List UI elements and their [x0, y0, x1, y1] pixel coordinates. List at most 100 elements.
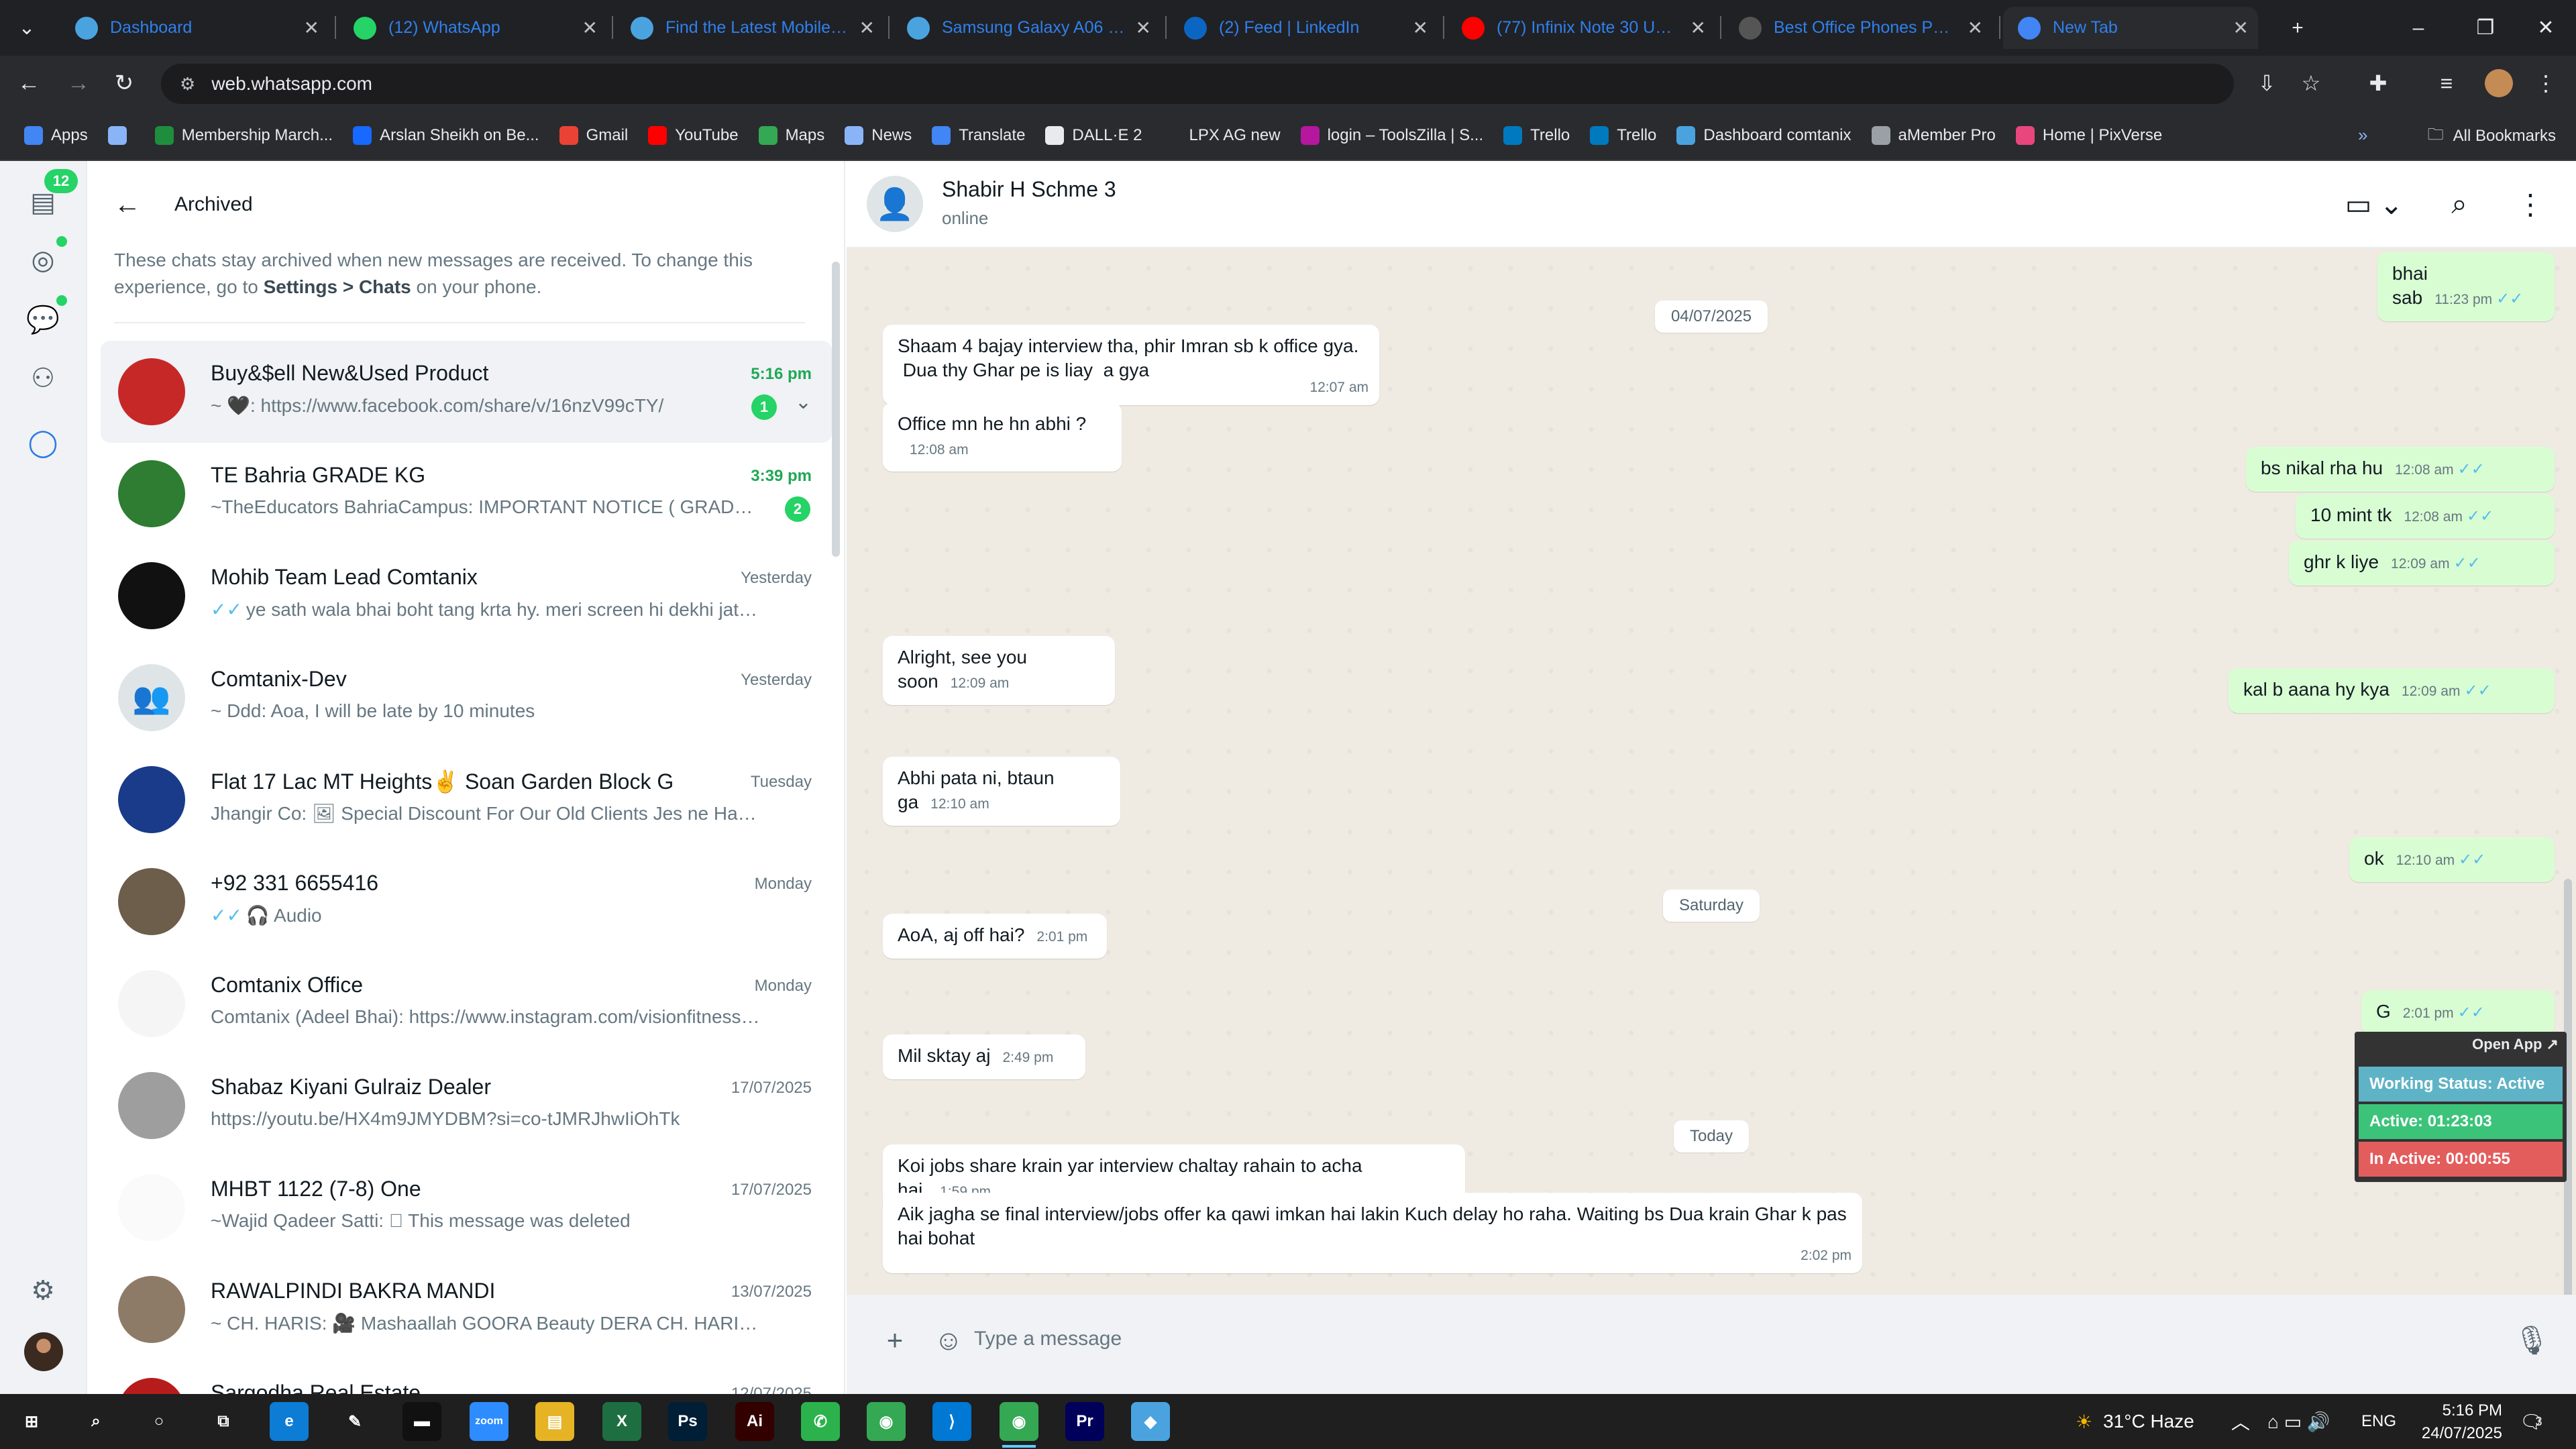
browser-menu-icon[interactable]: ⋮ — [2529, 66, 2563, 100]
taskbar-app-icon[interactable]: ◉ — [867, 1402, 906, 1441]
bookmark-star-icon[interactable]: ☆ — [2294, 66, 2328, 100]
taskbar-app-icon[interactable]: Ps — [668, 1402, 707, 1441]
status-icon[interactable]: ◎ — [24, 241, 62, 279]
address-bar[interactable]: ⚙ web.whatsapp.com — [161, 64, 2234, 104]
taskbar-app-icon[interactable]: ▬ — [402, 1402, 441, 1441]
weather-widget[interactable]: ☀ 31°C Haze — [2076, 1394, 2194, 1449]
tray-chevron-icon[interactable]: ︿ — [2231, 1394, 2250, 1449]
chat-list-item[interactable]: RAWALPINDI BAKRA MANDI 13/07/2025 ~ CH. HA… — [101, 1258, 832, 1360]
taskbar-app-icon[interactable]: ◆ — [1131, 1402, 1170, 1441]
bookmark-item[interactable]: Trello — [1503, 126, 1570, 145]
bookmark-item[interactable]: aMember Pro — [1871, 126, 1996, 145]
browser-tab[interactable]: Best Office Phones PKR 3 ✕ — [1724, 7, 1992, 49]
taskbar-app-icon[interactable]: Ai — [735, 1402, 774, 1441]
new-tab-button[interactable]: + — [2267, 0, 2328, 56]
bookmark-item[interactable]: Maps — [758, 126, 824, 145]
incoming-message[interactable]: Abhi pata ni, btaun ga 12:10 am — [883, 757, 1120, 826]
chat-list-item[interactable]: Shabaz Kiyani Gulraiz Dealer 17/07/2025 ht… — [101, 1055, 832, 1157]
chat-list-item[interactable]: TE Bahria GRADE KG 3:39 pm ~TheEducators B… — [101, 443, 832, 545]
tray-icons[interactable]: ⌂ ▭ 🔊 — [2267, 1394, 2330, 1449]
outgoing-message[interactable]: G 2:01 pm ✓✓ — [2361, 990, 2555, 1035]
outgoing-message[interactable]: bs nikal rha hu 12:08 am ✓✓ — [2246, 447, 2555, 492]
profile-avatar[interactable] — [2482, 66, 2516, 100]
meta-ai-icon[interactable]: ◯ — [24, 424, 62, 462]
settings-gear-icon[interactable]: ⚙ — [24, 1272, 62, 1309]
chat-list-item[interactable]: Flat 17 Lac MT Heights✌️ Soan Garden Blo… — [101, 749, 832, 851]
more-bookmarks-icon[interactable]: » — [2358, 125, 2367, 146]
chat-list-item[interactable]: +92 331 6655416 Monday ✓✓ 🎧 Audio — [101, 851, 832, 953]
system-clock[interactable]: 5:16 PM 24/07/2025 — [2422, 1399, 2502, 1445]
taskbar-app-icon[interactable]: ◉ — [1000, 1402, 1038, 1448]
chat-list-scrollbar[interactable] — [832, 262, 840, 557]
tab-close-icon[interactable]: ✕ — [1690, 17, 1706, 39]
taskbar-app-icon[interactable]: X — [602, 1402, 641, 1441]
chevron-down-icon[interactable]: ⌄ — [795, 390, 812, 414]
taskbar-app-icon[interactable]: ✆ — [801, 1402, 840, 1441]
taskbar-app-icon[interactable]: ✎ — [335, 1402, 374, 1441]
bookmark-item[interactable]: News — [845, 126, 912, 145]
taskbar-app-icon[interactable]: ▤ — [535, 1402, 574, 1441]
taskbar-app-icon[interactable]: ○ — [140, 1402, 178, 1441]
incoming-message[interactable]: AoA, aj off hai? 2:01 pm — [883, 914, 1107, 959]
channels-icon[interactable]: 💬 — [24, 301, 62, 338]
bookmark-item[interactable]: Trello — [1590, 126, 1656, 145]
taskbar-app-icon[interactable]: ⌕ — [76, 1402, 115, 1441]
maximize-button[interactable]: ❐ — [2455, 0, 2516, 56]
outgoing-message[interactable]: ok 12:10 am ✓✓ — [2349, 837, 2555, 882]
microphone-icon[interactable]: 🎙 — [2513, 1322, 2551, 1359]
tab-close-icon[interactable]: ✕ — [859, 17, 875, 39]
outgoing-message[interactable]: 10 mint tk 12:08 am ✓✓ — [2296, 494, 2555, 539]
install-app-icon[interactable]: ⇩ — [2250, 66, 2284, 100]
back-arrow-icon[interactable]: ← — [114, 190, 154, 220]
chat-list-item[interactable]: Buy&$ell New&Used Product 5:16 pm ~ 🖤: htt… — [101, 341, 832, 443]
browser-tab[interactable]: (2) Feed | LinkedIn ✕ — [1169, 7, 1438, 49]
attach-plus-icon[interactable]: + — [876, 1322, 914, 1359]
site-info-icon[interactable]: ⚙ — [180, 74, 195, 95]
profile-avatar[interactable] — [24, 1332, 63, 1371]
close-window-button[interactable]: ✕ — [2516, 0, 2576, 56]
bookmark-item[interactable] — [107, 126, 135, 145]
bookmark-item[interactable]: LPX AG new — [1162, 126, 1281, 145]
search-icon[interactable]: ⌕ — [2440, 185, 2478, 223]
outgoing-message[interactable]: kal b aana hy kya 12:09 am ✓✓ — [2229, 668, 2555, 713]
bookmark-item[interactable]: Arslan Sheikh on Be... — [353, 126, 539, 145]
browser-tab[interactable]: Dashboard ✕ — [60, 7, 329, 49]
outgoing-message[interactable]: bhai sab 11:23 pm ✓✓ — [2377, 252, 2555, 321]
taskbar-app-icon[interactable]: ⟩ — [932, 1402, 971, 1441]
taskbar-app-icon[interactable]: e — [270, 1402, 309, 1441]
video-call-icon[interactable]: ▭ ⌄ — [2337, 185, 2411, 223]
incoming-message[interactable]: Aik jagha se final interview/jobs offer … — [883, 1193, 1862, 1273]
browser-tab[interactable]: (12) WhatsApp ✕ — [339, 7, 607, 49]
all-bookmarks-button[interactable]: 🗀 All Bookmarks — [2428, 111, 2556, 161]
tab-close-icon[interactable]: ✕ — [1968, 17, 1983, 39]
message-input[interactable]: Type a message — [967, 1318, 2483, 1360]
tab-close-icon[interactable]: ✕ — [582, 17, 598, 39]
contact-name[interactable]: Shabir H Schme 3 — [942, 177, 1116, 202]
back-button[interactable]: ← — [12, 66, 46, 100]
chat-list-item[interactable]: Comtanix Office Monday Comtanix (Adeel Bha… — [101, 953, 832, 1055]
incoming-message[interactable]: Alright, see you soon 12:09 am — [883, 636, 1115, 705]
notification-center-icon[interactable]: 🗨 3 — [2520, 1394, 2544, 1449]
bookmark-item[interactable]: Dashboard comtanix — [1676, 126, 1851, 145]
incoming-message[interactable]: Office mn he hn abhi ? 12:08 am — [883, 402, 1122, 472]
taskbar-app-icon[interactable]: zoom — [470, 1402, 508, 1441]
menu-icon[interactable]: ⋮ — [2512, 185, 2549, 223]
browser-tab[interactable]: Find the Latest Mobile Pri ✕ — [616, 7, 884, 49]
tab-close-icon[interactable]: ✕ — [1413, 17, 1428, 39]
bookmark-item[interactable]: Home | PixVerse — [2015, 126, 2162, 145]
chat-list-item[interactable]: 👥 Comtanix-Dev Yesterday ~ Ddd: Aoa, I will… — [101, 647, 832, 749]
chat-list-item[interactable]: Sargodha Real Estate 12/07/2025 — [101, 1360, 832, 1394]
bookmark-item[interactable]: login – ToolsZilla | S... — [1300, 126, 1483, 145]
tab-close-icon[interactable]: ✕ — [2233, 17, 2249, 39]
reload-button[interactable]: ↻ — [107, 66, 141, 100]
taskbar-app-icon[interactable]: Pr — [1065, 1402, 1104, 1441]
bookmark-item[interactable]: DALL·E 2 — [1045, 126, 1142, 145]
taskbar-app-icon[interactable]: ⊞ — [12, 1402, 51, 1441]
bookmark-item[interactable]: Translate — [932, 126, 1025, 145]
tab-close-icon[interactable]: ✕ — [1136, 17, 1151, 39]
bookmark-item[interactable]: YouTube — [648, 126, 739, 145]
outgoing-message[interactable]: ghr k liye 12:09 am ✓✓ — [2289, 541, 2555, 586]
browser-tab[interactable]: New Tab ✕ — [2003, 7, 2258, 49]
bookmark-item[interactable]: Membership March... — [154, 126, 333, 145]
language-indicator[interactable]: ENG — [2361, 1394, 2396, 1449]
